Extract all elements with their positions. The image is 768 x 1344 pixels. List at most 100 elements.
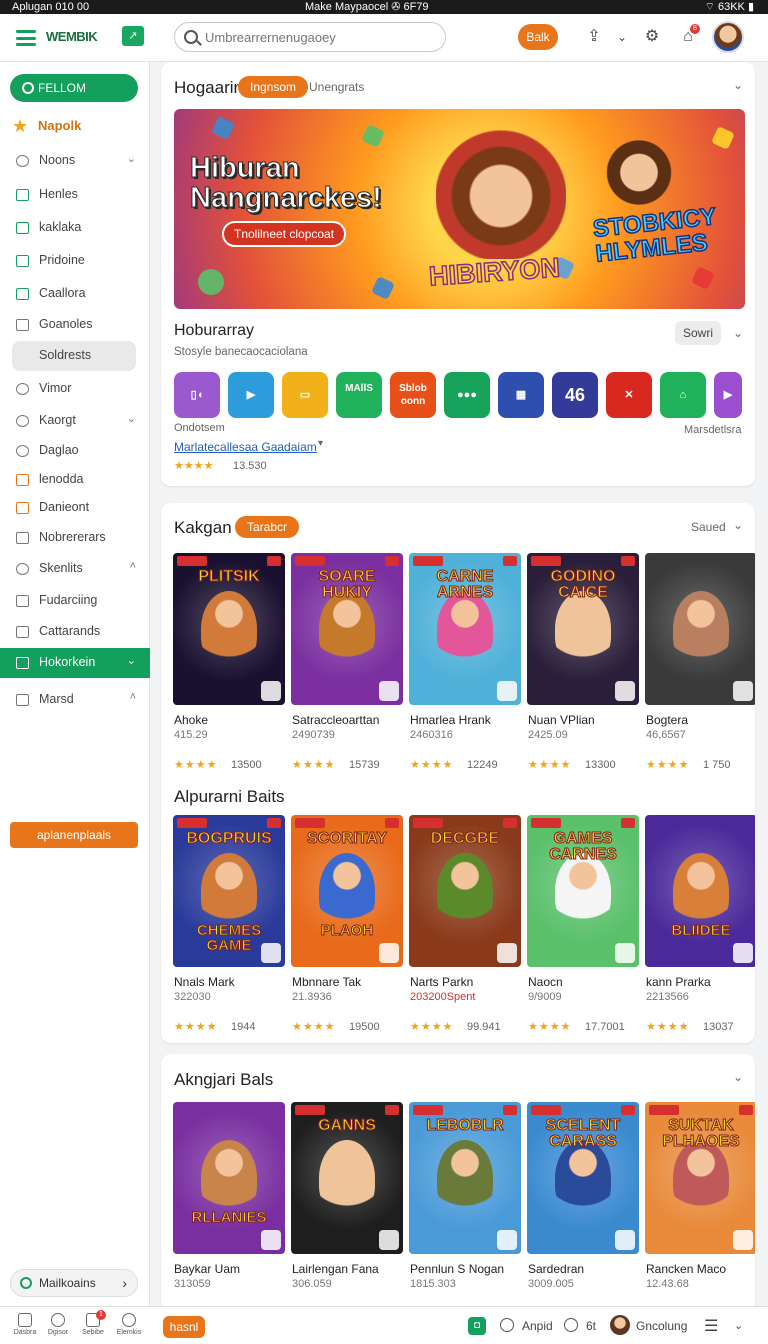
game-name[interactable]: Sardedran — [528, 1262, 584, 1276]
balk-button[interactable]: Balk — [518, 24, 558, 50]
chevron-down-icon[interactable]: ⌄ — [733, 1070, 743, 1084]
game-name[interactable]: Narts Parkn — [410, 975, 473, 989]
app-tile[interactable]: 46 — [552, 372, 598, 418]
avatar-icon[interactable] — [261, 1230, 281, 1250]
game-thumbnail[interactable]: GANNS — [291, 1102, 403, 1254]
game-thumbnail[interactable]: GODINO CAICE — [527, 553, 639, 705]
app-tile[interactable]: ▶ — [228, 372, 274, 418]
game-card[interactable]: GAMES CARNES Naocn 9/9009 ★★★★ 17.7001 — [527, 815, 639, 1037]
bottom-action-button[interactable]: hasnl — [163, 1316, 205, 1338]
share-icon[interactable]: ⇪ — [584, 27, 604, 47]
game-name[interactable]: Satraccleoarttan — [292, 713, 379, 727]
game-thumbnail[interactable]: DECGBE — [409, 815, 521, 967]
game-thumbnail[interactable]: SCORITAY PLAOH — [291, 815, 403, 967]
game-card[interactable]: DECGBE Narts Parkn 203200Spent ★★★★ 99.941 — [409, 815, 521, 1037]
game-name[interactable]: Nuan VPlian — [528, 713, 595, 727]
apps-footer-right[interactable]: Marsdetlsra — [684, 424, 741, 436]
sidebar-item-danieont[interactable]: Danieont — [0, 493, 150, 523]
avatar[interactable] — [712, 21, 744, 53]
sidebar-item-caallora[interactable]: Caallora — [0, 279, 150, 309]
sidebar-item-hokorkein[interactable]: Hokorkein ⌄ — [0, 648, 150, 678]
game-card[interactable]: SCELENT CARASS Sardedran 3009.005 — [527, 1102, 639, 1306]
sidebar-item-daglao[interactable]: Daglao — [0, 436, 150, 466]
bottom-nav-item[interactable]: Dgisor — [43, 1311, 73, 1336]
game-thumbnail[interactable]: BLIIDEE — [645, 815, 755, 967]
game-card[interactable]: SUKTAK PLHAOES Rancken Maco 12.43.68 — [645, 1102, 755, 1306]
sidebar-item-kaklaka[interactable]: kaklaka — [0, 213, 150, 243]
bottom-right-item-2[interactable]: 6t — [586, 1319, 596, 1333]
game-name[interactable]: Lairlengan Fana — [292, 1262, 379, 1276]
search-box[interactable] — [174, 22, 446, 52]
chevron-down-icon[interactable]: ▾ — [318, 438, 323, 449]
bottom-nav-item[interactable]: Elemkis — [114, 1311, 144, 1336]
game-name[interactable]: Hmarlea Hrank — [410, 713, 491, 727]
game-card[interactable]: RLLANIES Baykar Uam 313059 — [173, 1102, 285, 1306]
game-name[interactable]: Nnals Mark — [174, 975, 235, 989]
game-card[interactable]: SCORITAY PLAOH Mbnnare Tak 21.3936 ★★★★ 19500 — [291, 815, 403, 1037]
avatar-icon[interactable] — [261, 943, 281, 963]
avatar-icon[interactable] — [733, 681, 753, 701]
avatar-icon[interactable] — [379, 943, 399, 963]
hero-card-tag[interactable]: Ingnsom — [238, 76, 309, 98]
kakgan-tag[interactable]: Tarabcr — [235, 516, 300, 538]
search-input[interactable] — [205, 27, 437, 47]
game-card[interactable]: Bogtera 46,6567 ★★★★ 1 750 — [645, 553, 755, 775]
sidebar-item-henles[interactable]: Henles — [0, 180, 150, 210]
game-name[interactable]: Pennlun S Nogan — [410, 1262, 504, 1276]
app-tile[interactable]: ⌂ — [660, 372, 706, 418]
sort-button[interactable]: Sowri — [675, 321, 721, 345]
app-tile[interactable]: Sblob oonn — [390, 372, 436, 418]
app-logo[interactable]: WEMBIK — [46, 29, 98, 44]
sidebar-item-nobrererars[interactable]: Nobrererars — [0, 523, 150, 553]
avatar[interactable] — [610, 1315, 630, 1335]
avatar-icon[interactable] — [379, 1230, 399, 1250]
chevron-down-icon[interactable]: ⌄ — [733, 326, 743, 340]
game-thumbnail[interactable]: PLITSIK — [173, 553, 285, 705]
game-name[interactable]: Ahoke — [174, 713, 208, 727]
sidebar-item-marsd[interactable]: Marsd ˄ — [0, 685, 150, 715]
game-thumbnail[interactable]: RLLANIES — [173, 1102, 285, 1254]
avatar-icon[interactable] — [497, 943, 517, 963]
app-tile[interactable]: MAllS — [336, 372, 382, 418]
app-tile[interactable]: ●●● — [444, 372, 490, 418]
sidebar-item-vimor[interactable]: Vimor — [0, 374, 150, 404]
sidebar-item-noons[interactable]: Noons ⌄ — [0, 146, 150, 176]
sidebar-item-soldrests[interactable]: Soldrests — [12, 341, 136, 371]
game-name[interactable]: Naocn — [528, 975, 563, 989]
game-thumbnail[interactable]: SUKTAK PLHAOES — [645, 1102, 755, 1254]
chevron-down-icon[interactable]: ⌄ — [733, 518, 743, 532]
game-card[interactable]: BLIIDEE kann Prarka 2213566 ★★★★ 13037 — [645, 815, 755, 1037]
sidebar-item-kaorgt[interactable]: Kaorgt ⌄ — [0, 406, 150, 436]
game-card[interactable]: CARNE ARNES Hmarlea Hrank 2460316 ★★★★ 12249 — [409, 553, 521, 775]
avatar-icon[interactable] — [497, 681, 517, 701]
sidebar-item-pridoine[interactable]: Pridoine — [0, 246, 150, 276]
sidebar-item-fudarciing[interactable]: Fudarciing — [0, 586, 150, 616]
app-tile[interactable]: ▶ — [714, 372, 742, 418]
app-icon[interactable]: ◘ — [468, 1317, 486, 1335]
game-thumbnail[interactable]: SCELENT CARASS — [527, 1102, 639, 1254]
game-name[interactable]: Baykar Uam — [174, 1262, 240, 1276]
kakgan-right-label[interactable]: Saued — [691, 520, 726, 534]
game-card[interactable]: GANNS Lairlengan Fana 306.059 — [291, 1102, 403, 1306]
sidebar-cta-button[interactable]: aplanenplaals — [10, 822, 138, 848]
game-card[interactable]: PLITSIK Ahoke 415.29 ★★★★ 13500 — [173, 553, 285, 775]
game-card[interactable]: GODINO CAICE Nuan VPlian 2425.09 ★★★★ 13300 — [527, 553, 639, 775]
bottom-right-item-3[interactable]: Gncolung — [636, 1319, 687, 1333]
menu-icon[interactable] — [16, 30, 36, 46]
game-thumbnail[interactable]: LEBOBLR — [409, 1102, 521, 1254]
avatar-icon[interactable] — [615, 943, 635, 963]
menu-icon[interactable]: ☰ — [704, 1316, 718, 1336]
chevron-down-icon[interactable]: ⌄ — [733, 78, 743, 92]
sidebar-search-pill[interactable]: FELLOM — [10, 74, 138, 102]
game-thumbnail[interactable]: GAMES CARNES — [527, 815, 639, 967]
game-card[interactable]: BOGPRUIS CHEMES GAME Nnals Mark 322030 ★★★★ 1… — [173, 815, 285, 1037]
app-tile[interactable]: ▭ — [282, 372, 328, 418]
game-name[interactable]: kann Prarka — [646, 975, 711, 989]
app-tile[interactable]: ▯◖ — [174, 372, 220, 418]
avatar-icon[interactable] — [615, 1230, 635, 1250]
app-tile[interactable]: ▦ — [498, 372, 544, 418]
clock-icon[interactable] — [500, 1318, 514, 1332]
game-card[interactable]: LEBOBLR Pennlun S Nogan 1815.303 — [409, 1102, 521, 1306]
game-thumbnail[interactable]: BOGPRUIS CHEMES GAME — [173, 815, 285, 967]
avatar-icon[interactable] — [615, 681, 635, 701]
